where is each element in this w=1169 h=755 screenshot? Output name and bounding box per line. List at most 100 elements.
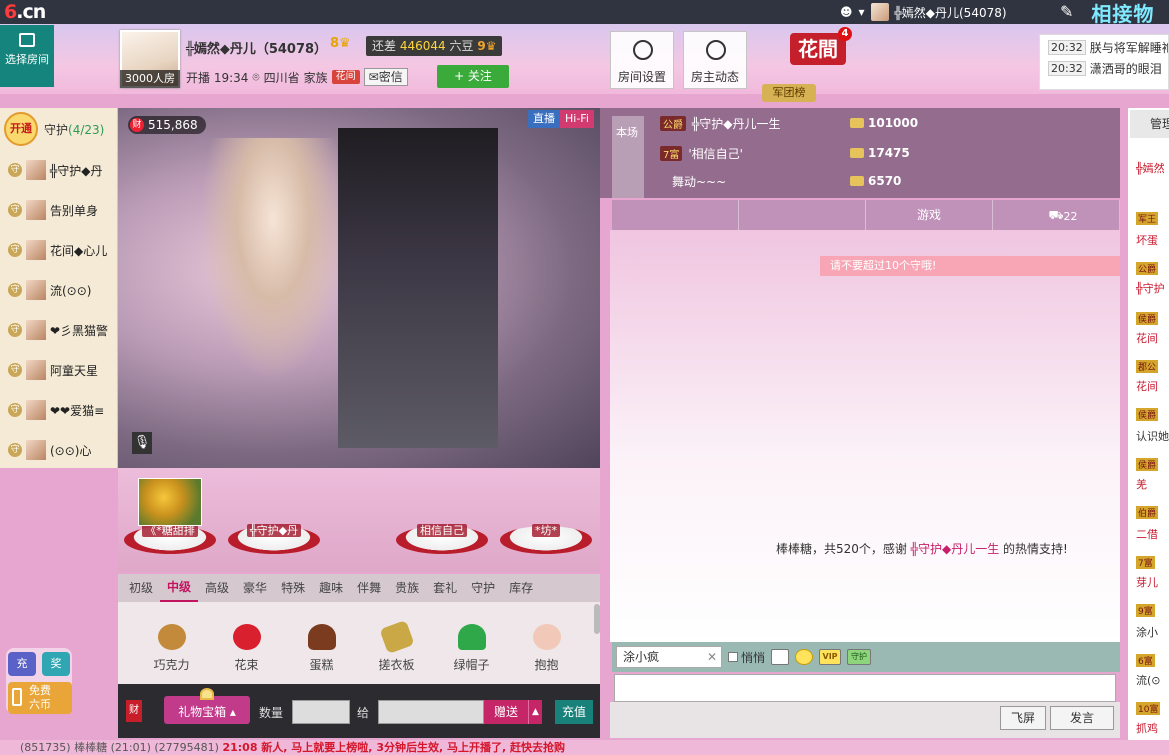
top-user-menu[interactable]: ☻ ▾ ╬嫣然◆丹儿(54078) [840,3,1007,21]
ranking-row[interactable]: 7富 '相信自己' 17475 [660,140,910,166]
guard-member[interactable]: 守 ╬守护◆丹 [0,150,117,190]
tab-gift-medium[interactable]: 中级 [160,574,199,602]
message-line[interactable]: 20:32 朕与将军解睡袍 [1040,35,1168,56]
gift-scrollbar[interactable] [594,604,600,634]
secret-mail-button[interactable]: ✉密信 [363,68,408,86]
gift-item[interactable]: 绿帽子 [434,602,509,684]
audience-item[interactable]: ╬嫣然 [1136,160,1169,176]
audience-item[interactable]: 抓鸡 [1136,720,1169,736]
audience-item[interactable]: 9富 [1136,604,1169,617]
user-avatar[interactable] [870,3,889,21]
chat-message-area[interactable] [610,230,1120,642]
vip-emoji-button[interactable]: VIP [819,649,842,665]
tab-gift-inventory[interactable]: 库存 [502,574,540,602]
checkbox-box[interactable] [728,652,738,662]
audience-item[interactable]: 伯爵 [1136,506,1169,519]
audience-item[interactable]: 郡公 [1136,360,1169,373]
tab-audience[interactable]: ⛟ 22 [993,200,1120,230]
stage-seat[interactable]: 《*糖甜排 [124,524,216,554]
tab-chat-2[interactable] [739,200,866,230]
microphone-icon[interactable]: 🎙 [132,432,152,454]
audience-item[interactable]: 公爵 [1136,262,1169,275]
recharge-shortcut-button[interactable]: 充 [8,652,36,676]
tab-gift-noble[interactable]: 贵族 [388,574,426,602]
audience-item[interactable]: 侯爵 [1136,408,1169,421]
chat-input[interactable] [614,674,1116,702]
tab-gift-set[interactable]: 套礼 [426,574,464,602]
guard-member[interactable]: 守 阿童天星 [0,350,117,390]
audience-item[interactable]: 花间 [1136,330,1169,346]
live-video-player[interactable] [118,108,600,468]
open-guard-button[interactable]: 开通 [4,112,38,146]
audience-item[interactable]: 流(⊙ [1136,672,1169,688]
guard-member[interactable]: 守 流(⊙⊙) [0,270,117,310]
stage-seat[interactable]: 相信自己 [396,524,488,554]
tab-gift-advanced[interactable]: 高级 [198,574,236,602]
family-huajian-button[interactable]: 花間 4 [790,27,852,65]
audience-item[interactable]: 涂小 [1136,624,1169,640]
fly-screen-button[interactable]: 飞屏 [1000,706,1046,730]
audience-item[interactable]: 10富 [1136,702,1169,715]
army-rank-button[interactable]: 军团榜 [762,84,816,102]
recharge-button[interactable]: 充值 [555,700,593,724]
tab-chat-1[interactable] [612,200,739,230]
mention-field[interactable]: 涂小疯 ✕ [616,646,722,668]
chevron-down-icon[interactable]: ▾ [859,5,865,19]
fortune-icon[interactable]: 财 [126,700,142,722]
audience-item[interactable]: 6富 [1136,654,1169,667]
audience-item[interactable]: 坏蛋 [1136,232,1169,248]
gift-box-button[interactable]: 礼物宝箱 ▴ [164,688,250,724]
guard-member[interactable]: 守 (⊙⊙)心 [0,430,117,470]
send-gift-button[interactable]: 赠送 [484,700,528,724]
gift-item[interactable]: 抱抱 [509,602,584,684]
guard-member[interactable]: 守 ❤❤爱猫≡ [0,390,117,430]
audience-item[interactable]: 花间 [1136,378,1169,394]
host-name[interactable]: ╬嫣然◆丹儿（54078） [186,38,327,57]
audience-item[interactable]: 羌 [1136,476,1169,492]
emoji-icon[interactable] [795,649,814,665]
whisper-checkbox[interactable]: 悄悄 [728,649,765,666]
ranking-row[interactable]: 公爵 ╬守护◆丹儿一生 101000 [660,110,918,136]
audience-item[interactable]: 芽儿 [1136,574,1169,590]
guard-member[interactable]: 守 ❤彡黑猫警 [0,310,117,350]
family-badge[interactable]: 花间 [331,70,360,84]
audience-item[interactable]: 7富 [1136,556,1169,569]
audience-item[interactable]: 认识她 [1136,428,1169,444]
follow-button[interactable]: + 关注 [437,65,509,88]
tab-gift-dance[interactable]: 伴舞 [350,574,388,602]
gift-item[interactable]: 花束 [209,602,284,684]
ranking-row[interactable]: 舞动~~~ 6570 [660,168,901,194]
message-line[interactable]: 20:32 潇洒哥的眼泪 [1040,56,1168,77]
recipient-input[interactable] [378,700,484,724]
image-icon[interactable] [771,649,790,665]
guard-member[interactable]: 守 花间◆心儿 [0,230,117,270]
award-button[interactable]: 奖 [42,652,70,676]
audience-item[interactable]: ╬守护 [1136,280,1169,296]
tab-gift-guard[interactable]: 守护 [464,574,502,602]
chevron-up-icon[interactable]: ▲ [528,700,542,724]
tab-gift-fun[interactable]: 趣味 [312,574,350,602]
guard-member[interactable]: 守 告别单身 [0,190,117,230]
room-settings-button[interactable]: 房间设置 [610,31,674,89]
site-logo[interactable]: 6.cn [4,1,50,23]
gift-item[interactable]: 巧克力 [134,602,209,684]
tab-gift-luxury[interactable]: 豪华 [236,574,274,602]
quantity-input[interactable] [292,700,350,724]
stage-top-thumbnail[interactable] [138,478,202,526]
live-tag[interactable]: 直播 [528,110,560,128]
guard-emoji-button[interactable]: 守护 [847,649,872,665]
tab-gift-basic[interactable]: 初级 [122,574,160,602]
audience-item[interactable]: 二借 [1136,526,1169,542]
chat-msg-user[interactable]: ╬守护◆丹儿一生 [911,542,999,556]
hifi-tag[interactable]: Hi-Fi [560,110,594,128]
ranking-side-tab[interactable]: 本场 [612,116,644,198]
tab-games[interactable]: 游戏 [866,200,993,230]
audience-item[interactable]: 侯爵 [1136,312,1169,325]
gift-item[interactable]: 搓衣板 [359,602,434,684]
audience-item[interactable]: 侯爵 [1136,458,1169,471]
select-room-button[interactable]: 选择房间 [0,25,54,87]
manage-tab[interactable]: 管理 [1130,110,1169,138]
free-coins-button[interactable]: 免费 六币 [8,682,72,714]
audience-item[interactable]: 军王 [1136,212,1169,225]
message-icon[interactable]: ☻ [840,5,853,19]
